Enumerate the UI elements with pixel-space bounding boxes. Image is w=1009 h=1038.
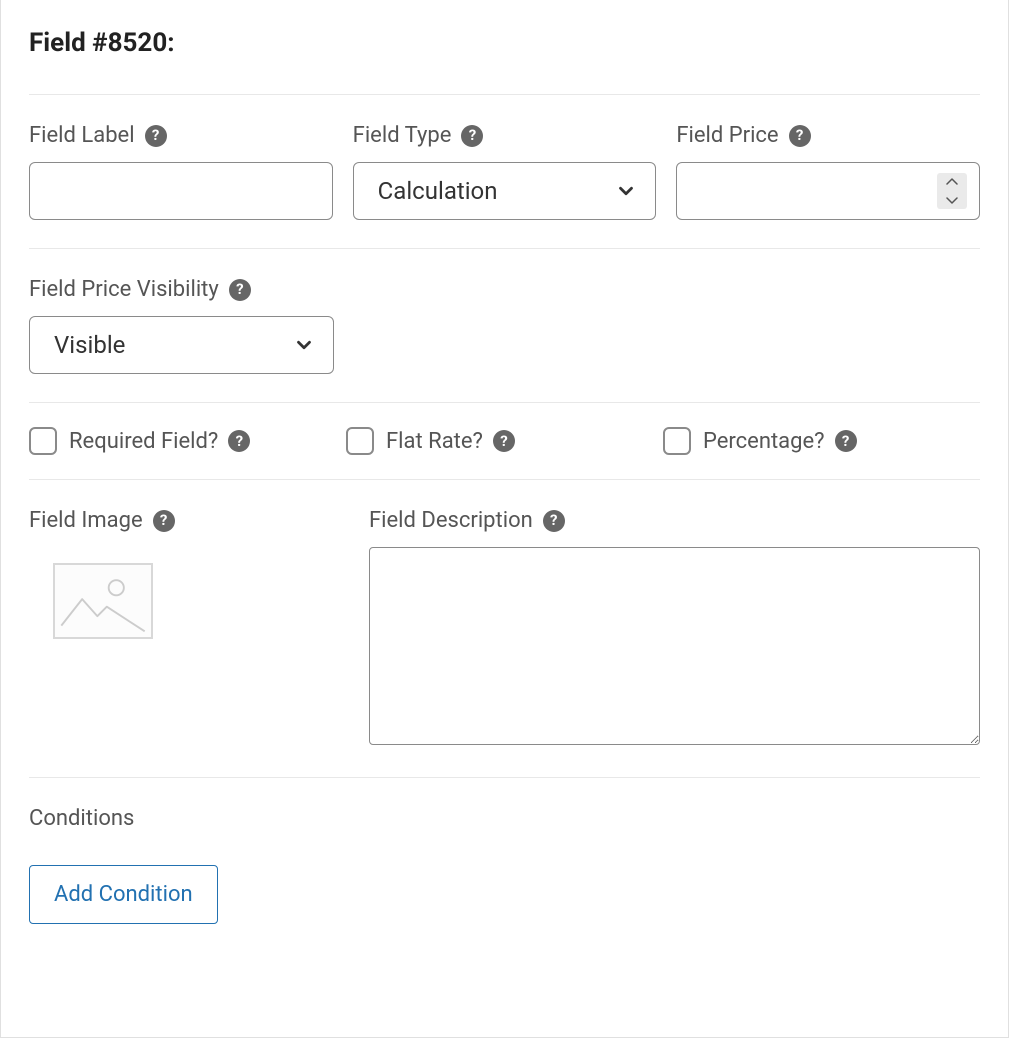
percentage-label: Percentage? ? (703, 429, 857, 454)
field-editor-panel: Field #8520: Field Label ? Field Type ? … (0, 0, 1009, 1038)
chevron-down-icon (293, 334, 315, 356)
help-icon[interactable]: ? (835, 430, 857, 452)
required-field-text: Required Field? (69, 429, 218, 454)
field-visibility-select[interactable]: Visible (29, 316, 334, 374)
flat-rate-checkbox[interactable] (346, 427, 374, 455)
field-description-caption: Field Description ? (369, 508, 980, 533)
field-image-placeholder[interactable] (53, 563, 153, 639)
field-label-text: Field Label (29, 123, 135, 148)
add-condition-button[interactable]: Add Condition (29, 865, 218, 924)
field-type-group: Field Type ? Calculation (353, 123, 657, 220)
required-field-label: Required Field? ? (69, 429, 250, 454)
field-price-group: Field Price ? (676, 123, 980, 220)
row-basic-fields: Field Label ? Field Type ? Calculation F… (29, 95, 980, 248)
field-type-caption: Field Type ? (353, 123, 657, 148)
help-icon[interactable]: ? (461, 125, 483, 147)
field-type-text: Field Type (353, 123, 452, 148)
field-description-group: Field Description ? (369, 508, 980, 749)
row-visibility: Field Price Visibility ? Visible (29, 249, 980, 402)
field-visibility-text: Field Price Visibility (29, 277, 219, 302)
field-image-caption: Field Image ? (29, 508, 349, 533)
help-icon[interactable]: ? (153, 510, 175, 532)
help-icon[interactable]: ? (543, 510, 565, 532)
field-type-value: Calculation (378, 177, 498, 205)
field-label-caption: Field Label ? (29, 123, 333, 148)
field-label-group: Field Label ? (29, 123, 333, 220)
number-stepper (937, 173, 967, 209)
conditions-label: Conditions (29, 806, 980, 831)
stepper-up-button[interactable] (937, 173, 967, 191)
help-icon[interactable]: ? (228, 430, 250, 452)
field-type-select[interactable]: Calculation (353, 162, 657, 220)
field-visibility-caption: Field Price Visibility ? (29, 277, 334, 302)
field-label-input[interactable] (29, 162, 333, 220)
required-field-group: Required Field? ? (29, 427, 346, 455)
chevron-down-icon (615, 180, 637, 202)
flat-rate-group: Flat Rate? ? (346, 427, 663, 455)
field-price-text: Field Price (676, 123, 778, 148)
help-icon[interactable]: ? (493, 430, 515, 452)
field-price-caption: Field Price ? (676, 123, 980, 148)
field-price-input[interactable] (676, 162, 980, 220)
percentage-checkbox[interactable] (663, 427, 691, 455)
required-field-checkbox[interactable] (29, 427, 57, 455)
percentage-text: Percentage? (703, 429, 825, 454)
field-description-text: Field Description (369, 508, 533, 533)
flat-rate-text: Flat Rate? (386, 429, 483, 454)
row-checkboxes: Required Field? ? Flat Rate? ? Percentag… (29, 403, 980, 479)
help-icon[interactable]: ? (229, 279, 251, 301)
field-image-group: Field Image ? (29, 508, 349, 749)
row-image-description: Field Image ? Field Description ? (29, 480, 980, 777)
field-visibility-value: Visible (54, 331, 125, 359)
help-icon[interactable]: ? (145, 125, 167, 147)
field-image-text: Field Image (29, 508, 143, 533)
divider (29, 777, 980, 778)
panel-title: Field #8520: (29, 28, 980, 58)
field-description-textarea[interactable] (369, 547, 980, 745)
help-icon[interactable]: ? (789, 125, 811, 147)
field-visibility-group: Field Price Visibility ? Visible (29, 277, 334, 374)
flat-rate-label: Flat Rate? ? (386, 429, 515, 454)
stepper-down-button[interactable] (937, 191, 967, 209)
percentage-group: Percentage? ? (663, 427, 980, 455)
image-placeholder-icon (55, 565, 151, 637)
